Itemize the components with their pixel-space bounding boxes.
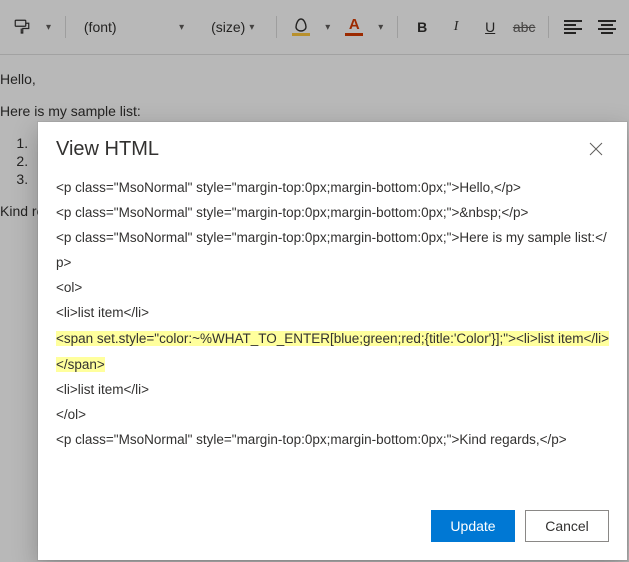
align-left-button[interactable] — [559, 10, 587, 44]
font-select[interactable]: (font) ▾ — [76, 13, 197, 41]
code-line: <p class="MsoNormal" style="margin-top:0… — [56, 176, 609, 201]
size-select[interactable]: (size) ▾ — [203, 13, 266, 41]
separator — [65, 16, 66, 38]
close-button[interactable] — [583, 136, 609, 162]
chevron-down-icon: ▾ — [245, 22, 258, 33]
code-line: <ol> — [56, 276, 609, 301]
font-color-button[interactable]: A — [340, 10, 368, 44]
highlight-color-button[interactable] — [287, 10, 315, 44]
cancel-button[interactable]: Cancel — [525, 510, 609, 542]
format-painter-button[interactable] — [8, 10, 36, 44]
html-source-view[interactable]: <p class="MsoNormal" style="margin-top:0… — [38, 170, 627, 496]
modal-footer: Update Cancel — [38, 496, 627, 560]
underline-button[interactable]: U — [476, 10, 504, 44]
chevron-down-icon[interactable]: ▾ — [42, 22, 55, 33]
strikethrough-button[interactable]: abc — [510, 10, 538, 44]
chevron-down-icon: ▾ — [175, 22, 188, 33]
code-line: <p class="MsoNormal" style="margin-top:0… — [56, 226, 609, 276]
align-left-icon — [564, 20, 582, 34]
bold-button[interactable]: B — [408, 10, 436, 44]
chevron-down-icon[interactable]: ▾ — [321, 22, 334, 33]
separator — [548, 16, 549, 38]
font-select-label: (font) — [84, 19, 117, 35]
code-line: <li>list item</li> — [56, 378, 609, 403]
chevron-down-icon[interactable]: ▾ — [374, 22, 387, 33]
align-center-icon — [598, 20, 616, 34]
separator — [276, 16, 277, 38]
align-center-button[interactable] — [593, 10, 621, 44]
toolbar: ▾ (font) ▾ (size) ▾ ▾ A ▾ B I U abc — [0, 0, 629, 55]
view-html-modal: View HTML <p class="MsoNormal" style="ma… — [38, 122, 627, 560]
code-line: <p class="MsoNormal" style="margin-top:0… — [56, 428, 609, 453]
font-color-icon: A — [349, 18, 360, 32]
code-line: <p class="MsoNormal" style="margin-top:0… — [56, 201, 609, 226]
modal-header: View HTML — [38, 122, 627, 170]
highlight-icon — [293, 18, 309, 32]
close-icon — [589, 142, 603, 156]
separator — [397, 16, 398, 38]
format-painter-icon — [13, 18, 31, 36]
modal-title: View HTML — [56, 138, 159, 161]
editor-line: Here is my sample list: — [0, 103, 625, 119]
code-line: <li>list item</li> — [56, 301, 609, 326]
editor-line: Hello, — [0, 71, 625, 87]
size-select-label: (size) — [211, 19, 245, 35]
italic-button[interactable]: I — [442, 10, 470, 44]
update-button[interactable]: Update — [431, 510, 515, 542]
code-line-highlighted: <span set.style="color:~%WHAT_TO_ENTER[b… — [56, 331, 609, 372]
code-line: </ol> — [56, 403, 609, 428]
